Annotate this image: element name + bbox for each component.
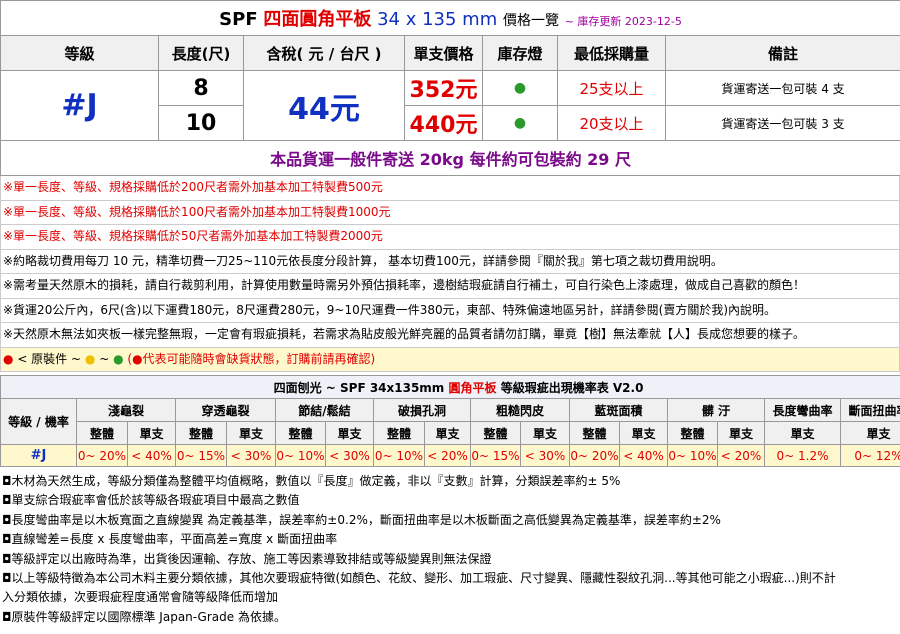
- notes-block: ※單一長度、等級、規格採購低於200尺者需外加基本加工特製費500元 ※單一長度…: [0, 176, 900, 372]
- sub-header-single: 單支: [424, 421, 471, 445]
- note-line: ※單一長度、等級、規格採購低於50尺者需外加基本加工特製費2000元: [0, 225, 900, 250]
- sub-header-whole: 整體: [275, 421, 326, 445]
- defect-value: < 20%: [717, 444, 765, 467]
- length-cell: 8: [158, 70, 244, 106]
- group-header: 破損孔洞: [373, 398, 471, 422]
- header-unit-price: 單支價格: [404, 35, 483, 71]
- note-cell: 貨運寄送一包可裝 4 支: [664, 70, 900, 106]
- title-size: 34 x 135 mm: [377, 9, 498, 30]
- unit-price-cell: 352元: [404, 70, 483, 106]
- defect-title-c: 等級瑕疵出現機率表 V2.0: [500, 380, 644, 395]
- defect-title-b: 圓角平板: [448, 380, 497, 395]
- legend-yellow-dot-icon: ●: [84, 351, 96, 366]
- defect-value: < 20%: [424, 444, 471, 467]
- group-header: 斷面扭曲率: [839, 398, 900, 422]
- defect-value: 0~ 20%: [569, 444, 620, 467]
- defect-value: 0~ 10%: [373, 444, 425, 467]
- note-line: ※天然原木無法如夾板一樣完整無瑕，一定會有瑕疵損耗，若需求為貼皮般光鮮亮麗的品質…: [0, 323, 900, 348]
- footnote-line: ◘直線彎差=長度 x 長度彎曲率，平面高差=寬度 x 斷面扭曲率: [2, 532, 338, 547]
- title-product: 四面圓角平板: [263, 9, 372, 30]
- note-line: ※單一長度、等級、規格採購低於100尺者需外加基本加工特製費1000元: [0, 200, 900, 225]
- sub-header-whole: 整體: [569, 421, 620, 445]
- legend-suffix: (●代表可能隨時會缺貨狀態，訂購前請再確認): [127, 351, 376, 366]
- footnotes: ◘木材為天然生成，等級分類僅為整體平均值概略，數值以『長度』做定義，非以『支數』…: [0, 472, 900, 627]
- defect-value: < 40%: [127, 444, 176, 467]
- sub-header-single: 單支: [520, 421, 570, 445]
- legend-red-dot-icon: ●: [3, 351, 14, 366]
- sub-header-single: 單支: [325, 421, 374, 445]
- note-line: ※約略裁切費用每刀 10 元，精準切費一刀25~110元依長度分段計算， 基本切…: [0, 249, 900, 274]
- defect-value: 0~ 10%: [667, 444, 718, 467]
- header-note: 備註: [664, 35, 900, 71]
- footnote-line: ◘木材為天然生成，等級分類僅為整體平均值概略，數值以『長度』做定義，非以『支數』…: [2, 474, 621, 488]
- row-grade: #J: [0, 444, 77, 467]
- footnote-line: ◘原裝件等級評定以國際標準 Japan-Grade 為依據。: [2, 609, 286, 624]
- group-header: 淺龜裂: [76, 398, 176, 422]
- defect-value: 0~ 1.2%: [764, 444, 841, 467]
- footnote-line: ◘等級評定以出廠時為準，出貨後因運輸、存放、施工等因素導致排結或等級變異則無法保…: [2, 551, 492, 566]
- stock-light-icon: ●: [482, 105, 558, 141]
- defect-value: 0~ 10%: [275, 444, 326, 467]
- price-per-ft-cell: 44元: [243, 70, 405, 141]
- defect-value: < 40%: [619, 444, 668, 467]
- sub-header-single: 單支: [764, 421, 841, 445]
- price-table: SPF 四面圓角平板 34 x 135 mm 價格一覽 ~ 庫存更新 2023-…: [0, 0, 900, 176]
- header-price-per-ft: 含稅( 元 / 台尺 ): [243, 35, 405, 71]
- header-grade: 等級: [0, 35, 159, 71]
- sub-header-whole: 整體: [373, 421, 425, 445]
- footnote-line: ◘長度彎曲率是以木板寬面之直線變異 為定義基準，誤差率約±0.2%，斷面扭曲率是…: [2, 512, 721, 527]
- corner-header: 等級 / 機率: [0, 398, 77, 445]
- header-stock: 庫存燈: [482, 35, 558, 71]
- defect-value: 0~ 15%: [175, 444, 227, 467]
- group-header: 粗糙閃皮: [470, 398, 570, 422]
- legend-sep: ~: [99, 351, 110, 366]
- sub-header-whole: 整體: [470, 421, 521, 445]
- sub-header-whole: 整體: [76, 421, 128, 445]
- page-title: SPF 四面圓角平板 34 x 135 mm 價格一覽 ~ 庫存更新 2023-…: [0, 0, 900, 36]
- sub-header-single: 單支: [226, 421, 276, 445]
- stock-light-icon: ●: [482, 70, 558, 106]
- header-min-qty: 最低採購量: [557, 35, 666, 71]
- title-brand: SPF: [219, 9, 258, 30]
- group-header: 藍斑面積: [569, 398, 668, 422]
- group-header: 節結/鬆結: [275, 398, 374, 422]
- note-line: ※需考量天然原木的損耗，請自行裁剪利用，計算使用數量時需另外預估損耗率，邊樹結瑕…: [0, 274, 900, 299]
- defect-title-a: 四面刨光 ~ SPF 34x135mm: [273, 380, 445, 395]
- defect-value: 0~ 20%: [76, 444, 128, 467]
- grade-cell: #J: [0, 70, 159, 141]
- defect-value: 0~ 15%: [470, 444, 521, 467]
- group-header: 髒 汙: [667, 398, 765, 422]
- stock-legend: ● < 原裝件 ~ ● ~ ● (●代表可能隨時會缺貨狀態，訂購前請再確認): [0, 347, 900, 372]
- note-line: ※單一長度、等級、規格採購低於200尺者需外加基本加工特製費500元: [0, 176, 900, 201]
- defect-value: 0~ 12%: [839, 444, 900, 467]
- header-length: 長度(尺): [158, 35, 244, 71]
- sub-header-single: 單支: [717, 421, 765, 445]
- length-cell: 10: [158, 105, 244, 141]
- sub-header-whole: 整體: [667, 421, 718, 445]
- defect-value: < 30%: [325, 444, 374, 467]
- footnote-line: ◘以上等級特徵為本公司木料主要分類依據，其他次要瑕疵特徵(如顏色、花紋、變形、加…: [2, 571, 836, 586]
- defect-table-title: 四面刨光 ~ SPF 34x135mm 圓角平板 等級瑕疵出現機率表 V2.0: [0, 375, 900, 399]
- unit-price-cell: 440元: [404, 105, 483, 141]
- title-updated: ~ 庫存更新 2023-12-5: [564, 15, 682, 28]
- sub-header-whole: 整體: [175, 421, 227, 445]
- min-qty-cell: 25支以上: [557, 70, 666, 106]
- shipping-info: 本品貨運一般件寄送 20kg 每件約可包裝約 29 尺: [0, 140, 900, 176]
- defect-table: 四面刨光 ~ SPF 34x135mm 圓角平板 等級瑕疵出現機率表 V2.0 …: [0, 375, 900, 467]
- group-header: 長度彎曲率: [764, 398, 841, 422]
- legend-green-dot-icon: ●: [113, 351, 124, 366]
- sub-header-single: 單支: [839, 421, 900, 445]
- sub-header-single: 單支: [619, 421, 668, 445]
- min-qty-cell: 20支以上: [557, 105, 666, 141]
- defect-value: < 30%: [226, 444, 276, 467]
- sub-header-single: 單支: [127, 421, 176, 445]
- title-suffix: 價格一覽: [502, 13, 559, 29]
- legend-prefix: < 原裝件 ~: [17, 351, 82, 366]
- footnote-line: ◘單支綜合瑕疵率會低於該等級各瑕疵項目中最高之數值: [2, 493, 300, 508]
- group-header: 穿透龜裂: [175, 398, 276, 422]
- footnote-line: 入分類依據，次要瑕疵程度通常會隨等級降低而增加: [2, 590, 279, 605]
- note-cell: 貨運寄送一包可裝 3 支: [664, 105, 900, 141]
- note-line: ※貨運20公斤內，6尺(含)以下運費180元，8尺運費280元，9~10尺運費一…: [0, 298, 900, 323]
- defect-value: < 30%: [520, 444, 570, 467]
